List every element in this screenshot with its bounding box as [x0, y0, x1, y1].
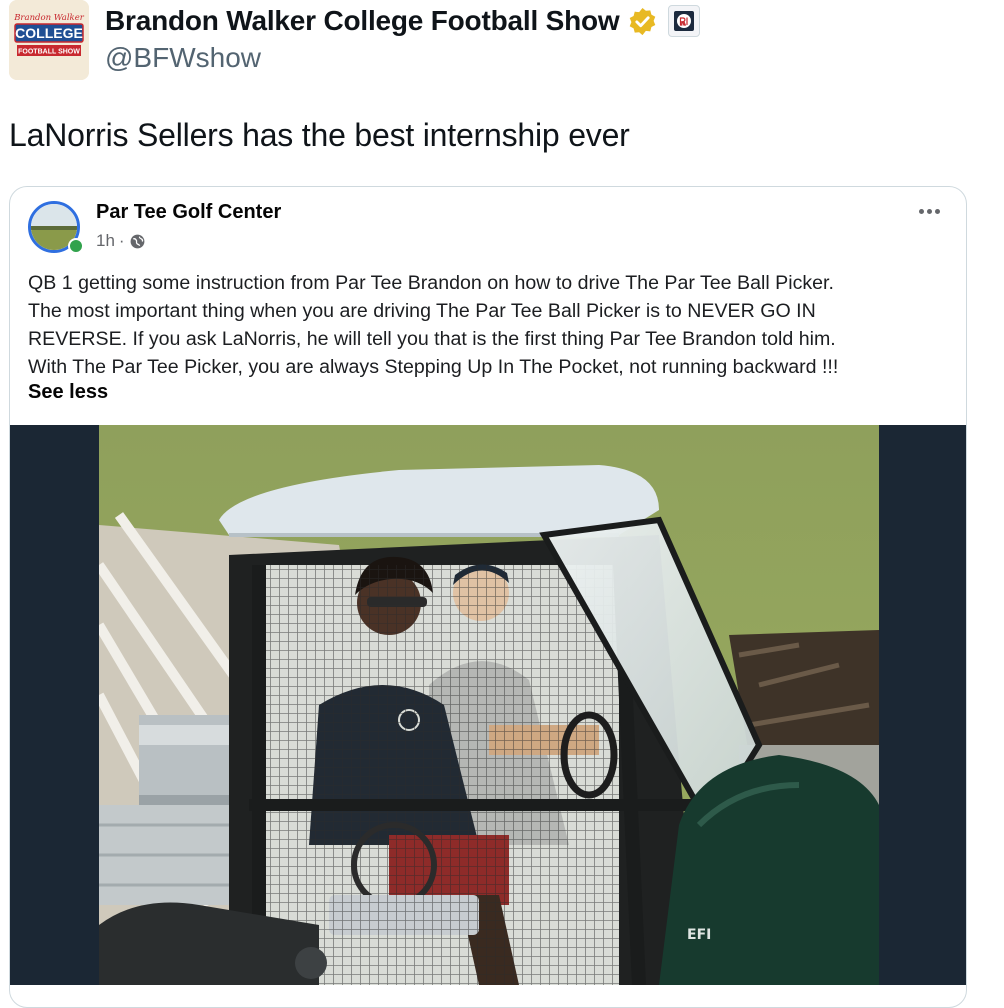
post-time[interactable]: 1h [96, 231, 115, 251]
post-line: The most important thing when you are dr… [28, 300, 816, 322]
embedded-post-card[interactable]: Par Tee Golf Center 1h · QB 1 getting so… [9, 186, 967, 1008]
see-less-link[interactable]: See less [28, 381, 108, 404]
name-row: Brandon Walker College Football Show [105, 2, 701, 40]
post-line: With The Par Tee Picker, you are always … [28, 356, 839, 378]
vehicle-badge-text: EFI [687, 927, 711, 943]
affiliate-badge-icon[interactable] [668, 5, 701, 37]
post-line: QB 1 getting some instruction from Par T… [28, 272, 834, 294]
verified-badge-icon[interactable] [627, 6, 658, 37]
avatar-sub-text: FOOTBALL SHOW [18, 49, 80, 56]
avatar-block-text: COLLEGE [15, 25, 83, 41]
globe-icon [130, 234, 144, 248]
post-body: QB 1 getting some instruction from Par T… [28, 269, 948, 381]
post-photo[interactable]: EFI [99, 425, 879, 985]
post-photo-container[interactable]: EFI [10, 425, 966, 985]
online-indicator [68, 238, 84, 254]
avatar-script-text: Brandon Walker [13, 13, 85, 23]
display-name[interactable]: Brandon Walker College Football Show [105, 5, 620, 37]
post-meta: 1h · [96, 231, 146, 251]
meta-separator: · [118, 231, 125, 250]
page-name[interactable]: Par Tee Golf Center [96, 201, 281, 224]
account-handle[interactable]: @BFWshow [105, 42, 261, 74]
more-options-icon[interactable] [919, 209, 940, 214]
post-line: REVERSE. If you ask LaNorris, he will te… [28, 328, 836, 350]
account-avatar[interactable]: Brandon Walker COLLEGE FOOTBALL SHOW [9, 0, 89, 80]
tweet-text: LaNorris Sellers has the best internship… [9, 117, 630, 153]
